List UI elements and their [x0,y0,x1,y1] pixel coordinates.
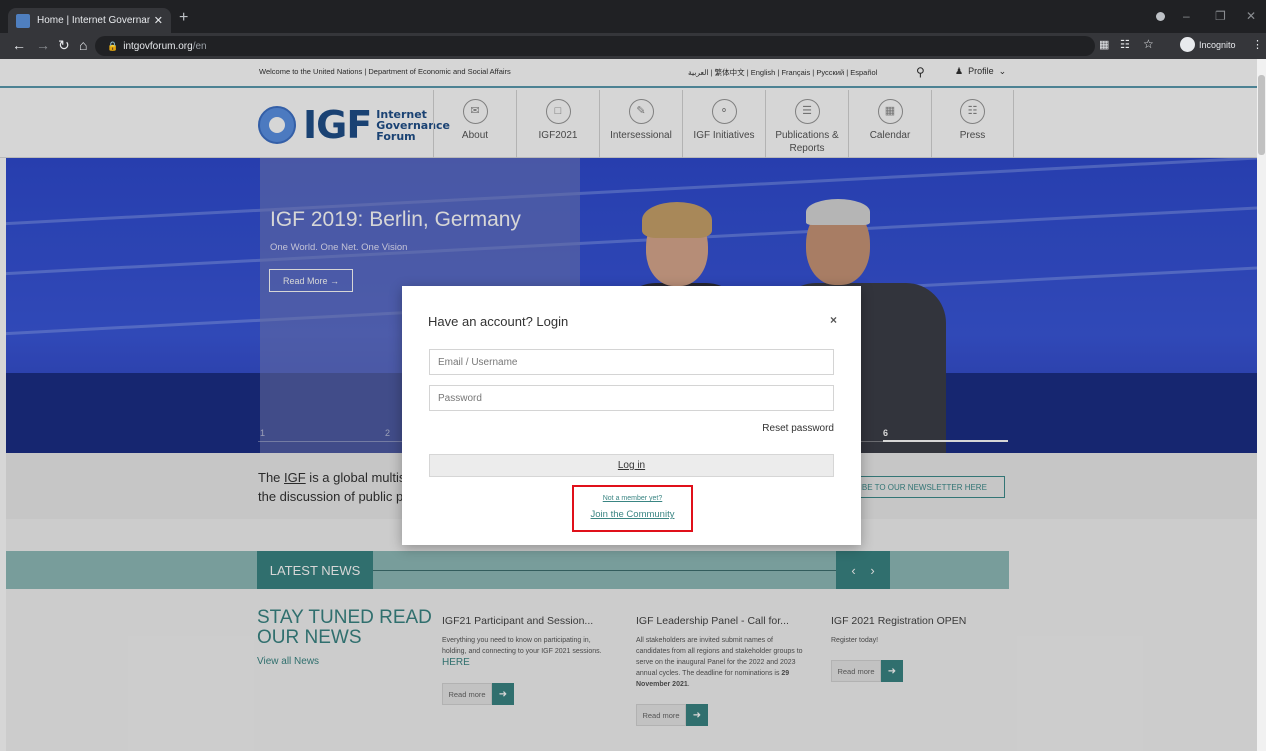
browser-menu-icon[interactable]: ⋮ [1252,38,1263,51]
qr-code-icon[interactable]: ▦ [1099,38,1109,51]
close-window-icon[interactable]: ✕ [1246,9,1256,23]
igf-favicon-icon [16,13,30,28]
tab-title: Home | Internet Governance Foru [37,15,150,26]
back-icon[interactable]: ← [12,37,26,53]
incognito-indicator[interactable]: Incognito [1180,37,1236,52]
translate-icon[interactable]: ☷ [1120,38,1130,51]
login-button[interactable]: Log in [429,454,834,477]
incognito-label: Incognito [1199,39,1236,50]
browser-tab[interactable]: Home | Internet Governance Foru ✕ [8,8,171,33]
email-username-input[interactable] [429,349,834,375]
join-community-link[interactable]: Join the Community [574,509,691,520]
lock-icon: 🔒 [107,40,119,51]
extension-dot-icon[interactable] [1156,12,1165,21]
url-path: /en [192,40,207,52]
forward-icon[interactable]: → [36,37,50,53]
incognito-icon [1180,37,1195,52]
restore-icon[interactable]: ❐ [1215,9,1226,23]
join-highlight-box: Not a member yet? Join the Community [572,485,693,532]
browser-toolbar: ← → ↻ ⌂ 🔒 intgovforum.org /en ▦ ☷ ☆ Inco… [0,33,1266,59]
home-icon[interactable]: ⌂ [79,37,87,53]
not-member-link[interactable]: Not a member yet? [574,495,691,502]
url-domain: intgovforum.org [123,40,193,52]
reset-password-link[interactable]: Reset password [762,423,834,434]
modal-title: Have an account? Login [428,314,569,329]
login-label: Log in [617,460,646,471]
minimize-icon[interactable]: – [1183,9,1190,23]
tab-close-icon[interactable]: ✕ [154,14,163,27]
scrollbar-thumb[interactable] [1258,75,1265,155]
page-scrollbar[interactable] [1257,59,1266,751]
password-input[interactable] [429,385,834,411]
star-icon[interactable]: ☆ [1143,37,1154,51]
reload-icon[interactable]: ↻ [58,37,70,53]
close-icon[interactable]: × [830,313,837,327]
address-bar[interactable]: 🔒 intgovforum.org /en [95,36,1095,56]
new-tab-button[interactable]: + [179,10,188,26]
browser-tab-bar: Home | Internet Governance Foru ✕ + – ❐ … [0,0,1266,33]
login-modal: Have an account? Login × Reset password … [402,286,861,545]
